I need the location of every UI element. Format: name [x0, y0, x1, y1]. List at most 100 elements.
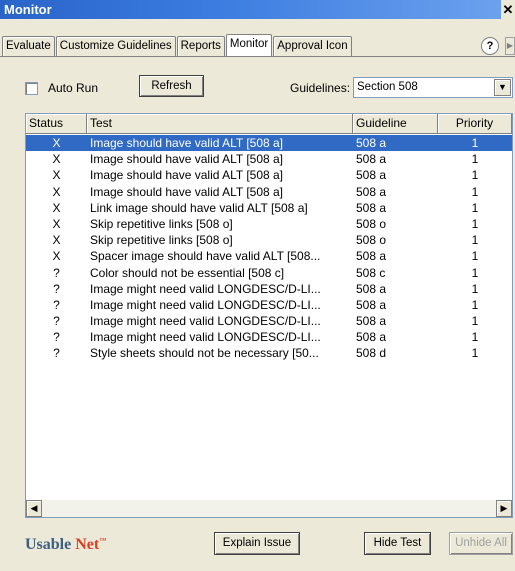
test-cell: Style sheets should not be necessary [50…	[90, 346, 319, 361]
guidelines-value: Section 508	[357, 81, 418, 93]
autorun-checkbox[interactable]	[25, 82, 38, 95]
column-status[interactable]: Status	[26, 114, 87, 134]
test-cell: Image should have valid ALT [508 a]	[90, 152, 284, 167]
tab-divider	[0, 56, 515, 57]
table-row[interactable]: X Skip repetitive links [508 o] 508 o 1	[26, 216, 512, 232]
priority-cell: 1	[471, 136, 479, 150]
status-cell: ?	[53, 281, 60, 296]
horizontal-scrollbar[interactable]: ◀ ▶	[26, 500, 512, 517]
table-row[interactable]: ? Color should not be essential [508 c] 50…	[26, 265, 512, 281]
priority-cell: 1	[471, 216, 479, 231]
status-cell: ?	[53, 265, 60, 280]
guideline-cell: 508 a	[356, 136, 387, 150]
status-cell: X	[52, 249, 61, 264]
status-cell: X	[52, 216, 61, 231]
status-cell: X	[52, 184, 61, 199]
status-cell: ?	[53, 346, 60, 361]
priority-cell: 1	[471, 168, 479, 183]
priority-cell: 1	[471, 152, 479, 167]
guideline-cell: 508 c	[356, 265, 386, 280]
refresh-button[interactable]: Refresh	[139, 75, 204, 97]
table-header: Status Test Guideline Priority	[26, 114, 512, 134]
guideline-cell: 508 a	[356, 184, 387, 199]
table-row[interactable]: X Image should have valid ALT [508 a] 508 …	[26, 184, 512, 200]
test-cell: Skip repetitive links [508 o]	[90, 233, 233, 248]
guideline-cell: 508 o	[356, 233, 387, 248]
table-row[interactable]: X Skip repetitive links [508 o] 508 o 1	[26, 232, 512, 248]
test-cell: Skip repetitive links [508 o]	[90, 216, 233, 231]
column-test[interactable]: Test	[87, 114, 353, 134]
status-cell: X	[52, 152, 61, 167]
tab-monitor[interactable]: Monitor	[225, 34, 273, 56]
guideline-cell: 508 a	[356, 249, 387, 264]
test-cell: Image might need valid LONGDESC/D-LI...	[90, 330, 321, 345]
priority-cell: 1	[471, 314, 479, 329]
priority-cell: 1	[471, 265, 479, 280]
column-priority[interactable]: Priority	[438, 114, 512, 134]
status-cell: X	[52, 136, 61, 150]
guideline-cell: 508 a	[356, 330, 387, 345]
table-row[interactable]: ? Image might need valid LONGDESC/D-LI...…	[26, 313, 512, 329]
guideline-cell: 508 a	[356, 314, 387, 329]
tab-approval-icon[interactable]: Approval Icon	[273, 36, 352, 56]
test-cell: Image might need valid LONGDESC/D-LI...	[90, 297, 321, 312]
table-row[interactable]: ? Image might need valid LONGDESC/D-LI...…	[26, 281, 512, 297]
status-cell: ?	[53, 314, 60, 329]
guideline-cell: 508 a	[356, 281, 387, 296]
status-cell: X	[52, 168, 61, 183]
priority-cell: 1	[471, 297, 479, 312]
priority-cell: 1	[471, 184, 479, 199]
guideline-cell: 508 a	[356, 297, 387, 312]
tab-customize-guidelines[interactable]: Customize Guidelines	[55, 36, 176, 56]
priority-cell: 1	[471, 200, 479, 215]
table-row[interactable]: X Image should have valid ALT [508 a] 508 …	[26, 151, 512, 167]
tab-reports[interactable]: Reports	[176, 36, 225, 56]
status-cell: ?	[53, 330, 60, 345]
table-row[interactable]: X Image should have valid ALT [508 a] 508 …	[26, 135, 512, 152]
table-row[interactable]: ? Image might need valid LONGDESC/D-LI...…	[26, 329, 512, 345]
test-cell: Link image should have valid ALT [508 a]	[90, 200, 308, 215]
guideline-cell: 508 a	[356, 152, 387, 167]
results-table[interactable]: Status Test Guideline Priority X Image sh…	[25, 113, 513, 518]
tab-scroll-right-icon[interactable]: ▶	[505, 37, 515, 55]
test-cell: Image might need valid LONGDESC/D-LI...	[90, 281, 321, 296]
tab-bar: Evaluate Customize Guidelines Reports Mo…	[2, 34, 353, 56]
tab-evaluate[interactable]: Evaluate	[2, 36, 55, 56]
window-title: Monitor	[0, 0, 515, 19]
close-icon[interactable]: ✕	[501, 0, 515, 19]
chevron-down-icon[interactable]: ▼	[494, 79, 511, 96]
help-icon[interactable]: ?	[481, 37, 499, 55]
test-cell: Color should not be essential [508 c]	[90, 265, 285, 280]
column-guideline[interactable]: Guideline	[353, 114, 438, 134]
test-cell: Image might need valid LONGDESC/D-LI...	[90, 314, 321, 329]
guideline-cell: 508 d	[356, 346, 387, 361]
explain-issue-button[interactable]: Explain Issue	[214, 532, 300, 555]
test-cell: Image should have valid ALT [508 a]	[90, 168, 284, 183]
unhide-all-button[interactable]: Unhide All	[449, 532, 513, 555]
scroll-right-icon[interactable]: ▶	[496, 500, 512, 517]
test-cell: Image should have valid ALT [508 a]	[90, 184, 284, 199]
table-body: X Image should have valid ALT [508 a] 508 …	[26, 135, 512, 362]
status-cell: X	[52, 200, 61, 215]
guideline-cell: 508 a	[356, 200, 387, 215]
table-row[interactable]: ? Image might need valid LONGDESC/D-LI...…	[26, 297, 512, 313]
priority-cell: 1	[471, 330, 479, 345]
status-cell: ?	[53, 297, 60, 312]
table-row[interactable]: ? Style sheets should not be necessary [5…	[26, 345, 512, 361]
usablenet-logo: Usable Net™	[25, 536, 107, 553]
guideline-cell: 508 a	[356, 168, 387, 183]
autorun-label: Auto Run	[48, 81, 99, 95]
priority-cell: 1	[471, 281, 479, 296]
priority-cell: 1	[471, 249, 479, 264]
guidelines-select[interactable]: Section 508 ▼	[353, 77, 513, 98]
table-row[interactable]: X Image should have valid ALT [508 a] 508 …	[26, 167, 512, 183]
table-row[interactable]: X Link image should have valid ALT [508 a…	[26, 200, 512, 216]
table-row[interactable]: X Spacer image should have valid ALT [508…	[26, 248, 512, 264]
hide-test-button[interactable]: Hide Test	[364, 532, 431, 555]
priority-cell: 1	[471, 233, 479, 248]
status-cell: X	[52, 233, 61, 248]
test-cell: Spacer image should have valid ALT [508.…	[90, 249, 321, 264]
scroll-left-icon[interactable]: ◀	[26, 500, 42, 517]
guidelines-label: Guidelines:	[290, 81, 351, 95]
guideline-cell: 508 o	[356, 216, 387, 231]
